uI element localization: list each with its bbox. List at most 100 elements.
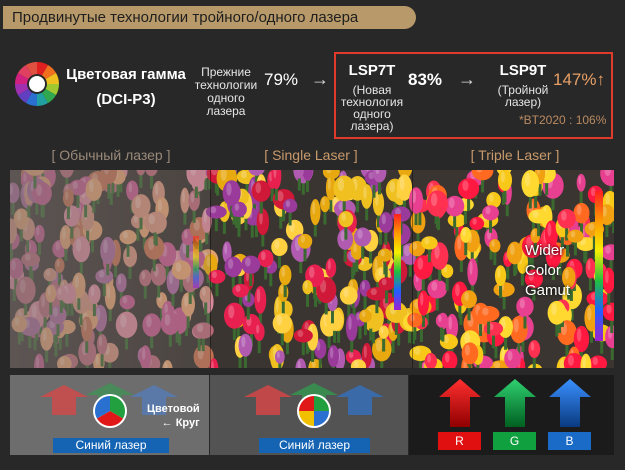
tulip-highlight [300, 235, 306, 243]
tulip-highlight [462, 228, 466, 237]
tulip-highlight [363, 186, 367, 199]
tulip-stem [419, 327, 423, 342]
arrow-right-icon: → [311, 69, 329, 89]
tulip-highlight [482, 307, 489, 316]
tulip-bloom [359, 309, 372, 323]
tulip-bloom [282, 198, 298, 213]
tulip-bloom [333, 175, 355, 202]
tulip-bloom [241, 255, 261, 274]
tulip-stem [279, 214, 283, 229]
tulip-bloom [378, 277, 395, 291]
tulip-bloom [421, 236, 438, 250]
tulip-stem [330, 309, 334, 324]
tulip-highlight [431, 281, 438, 291]
spectrum-bar-single [394, 214, 401, 310]
tulip-highlight [235, 285, 241, 292]
gamut-title: Цветовая гамма (DCI-P3) [63, 62, 189, 112]
tulip-bloom [557, 209, 576, 229]
tulip-highlight [285, 200, 291, 208]
tulip-highlight [261, 251, 266, 261]
tulip-highlight [281, 266, 286, 278]
tulip-stem [440, 326, 444, 341]
tulip-highlight [427, 354, 431, 363]
tulip-highlight [524, 172, 531, 187]
tulip-highlight [327, 177, 331, 191]
tulip-highlight [348, 316, 352, 331]
single-laser-panel: Синий лазер [210, 375, 408, 455]
tulip-bloom [467, 258, 478, 286]
tulip-highlight [605, 270, 609, 284]
tulip-stem [250, 223, 254, 238]
tulip-stem [467, 197, 471, 212]
tulip-highlight [357, 229, 363, 239]
color-wheel-icon [15, 62, 59, 106]
tulip-stem [280, 331, 284, 346]
tulip-stem [427, 248, 431, 263]
tulip-highlight [578, 175, 582, 185]
tulip-highlight [469, 261, 473, 275]
green-arrow-icon [494, 379, 536, 427]
column-header-triple: [ Triple Laser ] [470, 147, 560, 163]
tulip-bloom [251, 180, 271, 202]
tulip-highlight [582, 356, 586, 368]
tulip-highlight [228, 305, 235, 319]
color-circle-icon [93, 394, 127, 428]
tulip-bloom [325, 309, 344, 331]
wider-line2: Color [525, 262, 561, 279]
tulip-highlight [513, 318, 519, 333]
tulip-highlight [576, 328, 582, 342]
tulips-image [10, 170, 614, 368]
tulip-stem [358, 325, 362, 340]
tulip-bloom [494, 265, 507, 287]
tulip-highlight [472, 218, 477, 225]
tulip-stem [372, 183, 376, 198]
tulip-stem [463, 209, 467, 224]
tulip-highlight [297, 330, 304, 338]
tulip-highlight [304, 281, 308, 289]
tulip-highlight [606, 304, 612, 314]
lsp9t-sub-line2: лазер) [504, 95, 542, 109]
tulip-stem [352, 261, 356, 276]
blue-laser-label: Синий лазер [259, 438, 370, 453]
tulip-bloom [483, 321, 504, 336]
tulip-highlight [330, 347, 334, 359]
tulip-highlight [417, 257, 424, 270]
tulip-stem [222, 219, 226, 234]
tulip-highlight [464, 291, 470, 302]
tulip-bloom [253, 322, 265, 342]
tulip-stem [378, 180, 382, 195]
tulip-highlight [361, 310, 366, 318]
tulip-highlight [420, 292, 424, 306]
tulip-bloom [489, 238, 501, 253]
tulip-stem [413, 325, 417, 340]
tulip-stem [237, 215, 241, 230]
tulip-stem [445, 276, 449, 291]
red-arrow-icon [40, 385, 88, 415]
tulip-stem [281, 299, 285, 314]
lsp7t-value: 83% [408, 70, 443, 89]
blue-laser-label: Синий лазер [53, 438, 169, 453]
tulip-highlight [255, 182, 262, 194]
tulip-stem [610, 319, 614, 334]
tulip-stem [481, 178, 485, 193]
tulip-bloom [482, 205, 499, 221]
tulip-stem [264, 265, 268, 280]
tulip-highlight [457, 236, 462, 250]
tulip-stem [344, 225, 348, 240]
tulip-bloom [378, 211, 393, 233]
tulip-stem [301, 341, 305, 356]
tulip-stem [523, 314, 527, 329]
tulip-highlight [510, 243, 515, 256]
tulip-highlight [389, 180, 395, 193]
tulip-highlight [256, 288, 261, 303]
tulip-highlight [341, 212, 346, 221]
tulip-stem [306, 292, 310, 307]
spectrum-bar-normal [193, 236, 199, 288]
tulip-highlight [551, 303, 557, 316]
tulip-bloom [320, 196, 330, 213]
tulip-bloom [327, 345, 340, 368]
tulip-bloom [573, 202, 590, 224]
tulip-highlight [587, 306, 592, 321]
tulip-highlight [224, 243, 228, 255]
tulip-highlight [605, 193, 610, 206]
